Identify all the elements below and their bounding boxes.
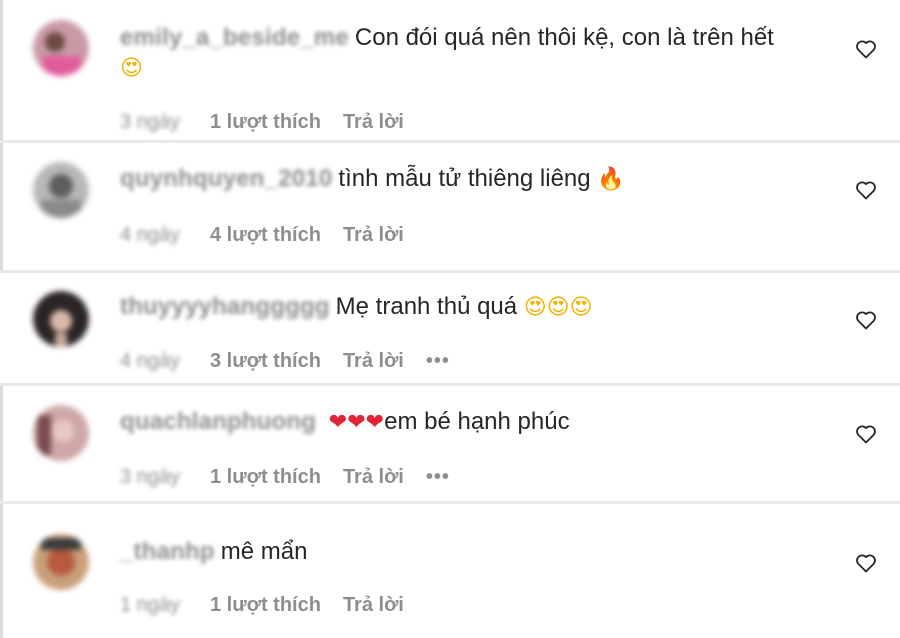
username[interactable]: quynhquyen_2010 — [120, 163, 332, 195]
comment-meta: 4 ngày 3 lượt thích Trả lời ••• — [120, 348, 450, 374]
avatar[interactable] — [33, 291, 89, 347]
reply-button[interactable]: Trả lời — [343, 594, 404, 616]
heart-outline-icon[interactable] — [854, 308, 878, 332]
heart-outline-icon[interactable] — [854, 551, 878, 575]
timestamp[interactable]: 3 ngày — [120, 464, 188, 490]
avatar[interactable] — [33, 20, 89, 76]
more-options-icon[interactable]: ••• — [426, 466, 450, 488]
more-options-icon[interactable]: ••• — [426, 350, 450, 372]
username[interactable]: quachlanphuong — [120, 406, 316, 438]
username[interactable]: emily_a_beside_me — [120, 22, 349, 54]
comment-line: quachlanphuong ❤❤❤em bé hạnh phúc — [120, 406, 810, 439]
heart-outline-icon[interactable] — [854, 422, 878, 446]
username[interactable]: _thanhp — [120, 536, 215, 568]
comment-text: tình mẫu tử thiêng liêng — [338, 165, 591, 192]
heart-eyes-emoji: 😍😍😍 — [523, 295, 593, 320]
comment-text: Con đói quá nên thôi kệ, con là trên hết — [354, 24, 774, 51]
avatar-image — [33, 291, 89, 347]
likes-count[interactable]: 1 lượt thích — [210, 111, 321, 133]
likes-count[interactable]: 3 lượt thích — [210, 350, 321, 372]
reply-button[interactable]: Trả lời — [343, 111, 404, 133]
avatar[interactable] — [33, 405, 89, 461]
comment-line: quynhquyen_2010 tình mẫu tử thiêng liêng … — [120, 163, 810, 196]
comment-text: Mẹ tranh thủ quá — [335, 293, 518, 320]
comment-meta: 3 ngày 1 lượt thích Trả lời ••• — [120, 464, 450, 490]
likes-count[interactable]: 1 lượt thích — [210, 466, 321, 488]
avatar-image — [33, 405, 89, 461]
likes-count[interactable]: 1 lượt thích — [210, 594, 321, 616]
timestamp[interactable]: 1 ngày — [120, 592, 188, 618]
comment-line: emily_a_beside_me Con đói quá nên thôi kệ… — [120, 22, 810, 54]
comment-meta: 3 ngày 1 lượt thích Trả lời — [120, 109, 426, 135]
avatar[interactable] — [33, 534, 89, 590]
fire-emoji: 🔥 — [597, 167, 625, 192]
avatar[interactable] — [33, 162, 89, 218]
comment-item: _thanhp mê mẩn 1 ngày 1 lượt thích Trả lời — [0, 504, 900, 616]
comment-line-2: 😍 — [120, 52, 810, 85]
heart-outline-icon[interactable] — [854, 37, 878, 61]
reply-button[interactable]: Trả lời — [343, 224, 404, 246]
comment-item: quachlanphuong ❤❤❤em bé hạnh phúc 3 ngày… — [0, 386, 900, 496]
comment-meta: 4 ngày 4 lượt thích Trả lời — [120, 222, 426, 248]
avatar-image — [33, 534, 89, 590]
red-heart-emoji: ❤❤❤ — [328, 410, 385, 435]
comment-line: thuyyyyhanggggg Mẹ tranh thủ quá 😍😍😍 — [120, 291, 810, 324]
username[interactable]: thuyyyyhanggggg — [120, 291, 330, 323]
avatar-image — [33, 20, 89, 76]
comment-line: _thanhp mê mẩn — [120, 536, 810, 568]
timestamp[interactable]: 4 ngày — [120, 348, 188, 374]
timestamp[interactable]: 3 ngày — [120, 109, 188, 135]
heart-outline-icon[interactable] — [854, 178, 878, 202]
comment-item: emily_a_beside_me Con đói quá nên thôi kệ… — [0, 0, 900, 133]
heart-eyes-emoji: 😍 — [120, 56, 143, 81]
comment-item: thuyyyyhanggggg Mẹ tranh thủ quá 😍😍😍 4 ng… — [0, 273, 900, 383]
likes-count[interactable]: 4 lượt thích — [210, 224, 321, 246]
timestamp[interactable]: 4 ngày — [120, 222, 188, 248]
avatar-image — [33, 162, 89, 218]
comment-meta: 1 ngày 1 lượt thích Trả lời — [120, 592, 426, 618]
comment-item: quynhquyen_2010 tình mẫu tử thiêng liêng … — [0, 143, 900, 253]
comment-text: em bé hạnh phúc — [384, 408, 570, 435]
reply-button[interactable]: Trả lời — [343, 466, 404, 488]
comment-text: mê mẩn — [220, 538, 308, 565]
reply-button[interactable]: Trả lời — [343, 350, 404, 372]
